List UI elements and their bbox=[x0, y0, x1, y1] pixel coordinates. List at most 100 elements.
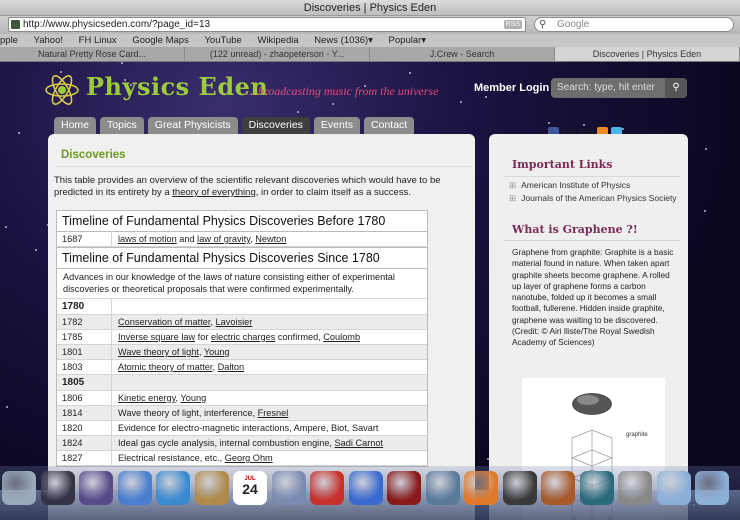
safari-icon[interactable] bbox=[156, 471, 190, 505]
itunes-icon[interactable] bbox=[348, 471, 383, 505]
sidebar-link-label[interactable]: Journals of the American Physics Society bbox=[521, 193, 676, 203]
browser-tab[interactable]: (122 unread) - zhaopeterson - Y... bbox=[185, 47, 370, 61]
discovery-link[interactable]: Inverse square law bbox=[118, 332, 195, 342]
member-login-link[interactable]: Member Login bbox=[474, 82, 549, 94]
sidebar-link[interactable]: ⊞ American Institute of Physics bbox=[509, 180, 630, 191]
table-row: 1820 Evidence for electro-magnetic intera… bbox=[57, 421, 427, 436]
discovery-link[interactable]: Coulomb bbox=[323, 332, 360, 342]
discovery-link[interactable]: Dalton bbox=[218, 362, 245, 372]
sidebar-link[interactable]: ⊞ Journals of the American Physics Societ… bbox=[509, 193, 677, 204]
imovie-icon[interactable] bbox=[502, 471, 537, 505]
nav-tab-contact[interactable]: Contact bbox=[364, 117, 415, 134]
browser-tab[interactable]: Natural Pretty Rose Card... bbox=[0, 47, 185, 61]
browser-search-input[interactable]: ⚲ Google bbox=[534, 17, 734, 32]
discovery-link[interactable]: Sadi Carnot bbox=[335, 438, 384, 448]
discovery-link[interactable]: Young bbox=[204, 347, 230, 357]
year-cell: 1820 bbox=[57, 421, 112, 435]
url-text: http://www.physicseden.com/?page_id=13 bbox=[23, 19, 211, 30]
address-book-icon[interactable] bbox=[194, 471, 229, 505]
browser-tab[interactable]: J.Crew - Search bbox=[370, 47, 555, 61]
nav-tab-events[interactable]: Events bbox=[313, 117, 361, 134]
year-cell: 1782 bbox=[57, 315, 112, 329]
description-cell: Wave theory of light, interference, Fres… bbox=[112, 406, 427, 420]
bookmark-item[interactable]: News (1036)▾ bbox=[314, 34, 373, 47]
discovery-link[interactable]: electric charges bbox=[211, 332, 275, 342]
star bbox=[332, 103, 334, 105]
year-cell: 1827 bbox=[57, 451, 112, 465]
finder-icon[interactable] bbox=[2, 471, 36, 505]
table-row: 1801 Wave theory of light, Young bbox=[57, 345, 427, 360]
bookmark-item[interactable]: Yahoo! bbox=[34, 34, 63, 47]
nav-tab-home[interactable]: Home bbox=[54, 117, 97, 134]
applications-folder-icon[interactable] bbox=[656, 471, 691, 505]
site-search-input[interactable]: Search: type, hit enter ⚲ bbox=[551, 78, 687, 98]
site-name[interactable]: Physics Eden bbox=[86, 72, 268, 101]
discovery-link[interactable]: Wave theory of light bbox=[118, 347, 199, 357]
dashboard-icon[interactable] bbox=[40, 471, 75, 505]
description-text: Electrical resistance, etc., bbox=[118, 453, 225, 463]
table-row: 1687 laws of motion and law of gravity, N… bbox=[57, 232, 427, 247]
star bbox=[460, 101, 462, 103]
discovery-link[interactable]: laws of motion bbox=[118, 234, 177, 244]
table-heading-since-1780: Timeline of Fundamental Physics Discover… bbox=[57, 247, 427, 269]
search-icon[interactable]: ⚲ bbox=[665, 78, 687, 98]
nav-tab-discoveries[interactable]: Discoveries bbox=[241, 117, 310, 134]
preview-icon[interactable] bbox=[271, 471, 306, 505]
bookmark-item[interactable]: pple bbox=[0, 34, 18, 47]
rss-badge[interactable]: RSS bbox=[503, 20, 522, 29]
description-cell: Conservation of matter, Lavoisier bbox=[112, 315, 427, 329]
nav-tab-topics[interactable]: Topics bbox=[100, 117, 144, 134]
discovery-link[interactable]: law of gravity bbox=[197, 234, 250, 244]
description-text: Wave theory of light, interference, bbox=[118, 408, 258, 418]
photo-booth-icon[interactable] bbox=[387, 471, 421, 505]
bookmark-item[interactable]: Google Maps bbox=[132, 34, 189, 47]
discovery-link[interactable]: Conservation of matter bbox=[118, 317, 210, 327]
discovery-link[interactable]: Lavoisier bbox=[216, 317, 253, 327]
discovery-link[interactable]: Fresnel bbox=[258, 408, 289, 418]
description-cell bbox=[112, 299, 427, 314]
intro-text: , in order to claim itself as a success. bbox=[255, 187, 411, 198]
description-cell: Kinetic energy, Young bbox=[112, 391, 427, 405]
firefox-icon[interactable] bbox=[464, 471, 498, 505]
bookmark-item[interactable]: FH Linux bbox=[79, 34, 117, 47]
star bbox=[18, 132, 20, 134]
star bbox=[704, 210, 706, 212]
search-icon: ⚲ bbox=[539, 19, 547, 30]
bookmark-item[interactable]: Popular▾ bbox=[389, 34, 427, 47]
discovery-link[interactable]: Atomic theory of matter bbox=[118, 362, 212, 372]
time-machine-icon[interactable] bbox=[579, 471, 614, 505]
site-tagline: ... broadcasting music from the universe bbox=[246, 84, 439, 98]
theory-of-everything-link[interactable]: theory of everything bbox=[172, 187, 255, 198]
discovery-link[interactable]: Newton bbox=[255, 234, 286, 244]
description-cell bbox=[112, 375, 427, 390]
browser-tab-active[interactable]: Discoveries | Physics Eden bbox=[555, 47, 740, 61]
discovery-link[interactable]: Young bbox=[181, 393, 207, 403]
star bbox=[121, 62, 123, 64]
star bbox=[705, 148, 707, 150]
ichat-icon[interactable] bbox=[117, 471, 152, 505]
ical-icon[interactable]: JUL 24 bbox=[233, 471, 267, 505]
sidebar-link-label[interactable]: American Institute of Physics bbox=[521, 180, 630, 190]
iphoto-icon[interactable] bbox=[425, 471, 460, 505]
atom-logo-icon[interactable] bbox=[44, 72, 80, 108]
documents-folder-icon[interactable] bbox=[695, 471, 729, 505]
filezilla-icon[interactable] bbox=[310, 471, 344, 505]
star bbox=[6, 406, 8, 408]
mail-icon[interactable] bbox=[79, 471, 113, 505]
discovery-link[interactable]: Georg Ohm bbox=[225, 453, 273, 463]
bookmark-item[interactable]: YouTube bbox=[204, 34, 241, 47]
bookmark-item[interactable]: Wikipedia bbox=[257, 34, 298, 47]
description-cell: Atomic theory of matter, Dalton bbox=[112, 360, 427, 374]
star bbox=[5, 226, 7, 228]
address-bar[interactable]: http://www.physicseden.com/?page_id=13 R… bbox=[8, 17, 526, 32]
ical-day: 24 bbox=[242, 481, 258, 497]
browser-search-placeholder: Google bbox=[557, 19, 590, 30]
description-text: and bbox=[176, 234, 198, 244]
graphite-label: graphite bbox=[626, 432, 648, 438]
system-preferences-icon[interactable] bbox=[618, 471, 652, 505]
web-page: Physics Eden ... broadcasting music from… bbox=[0, 62, 740, 520]
garageband-icon[interactable] bbox=[541, 471, 575, 505]
discovery-link[interactable]: Kinetic energy bbox=[118, 393, 176, 403]
nav-tab-great-physicists[interactable]: Great Physicists bbox=[147, 117, 238, 134]
table-row: 1806 Kinetic energy, Young bbox=[57, 391, 427, 406]
